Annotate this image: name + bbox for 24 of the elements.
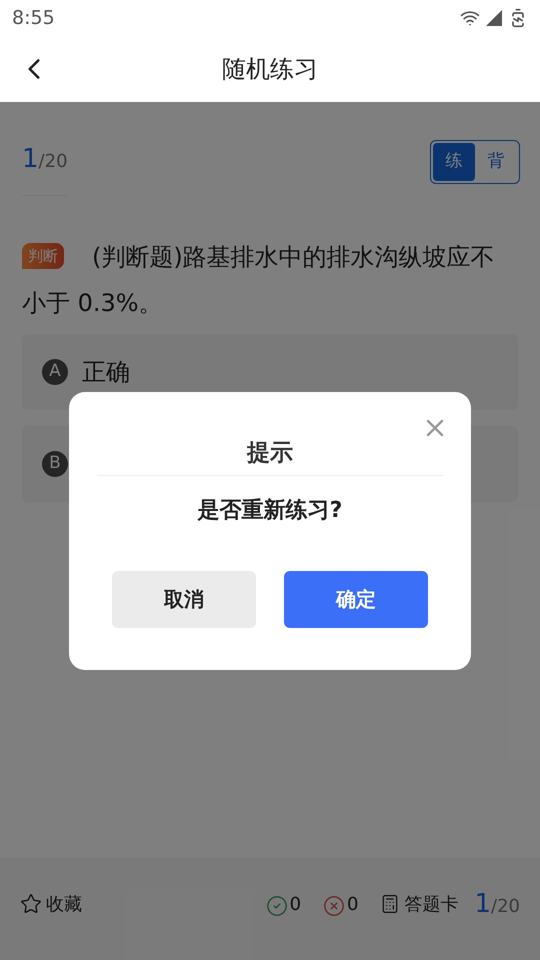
bottom-progress-total: /20	[491, 894, 520, 918]
option-text: 正确	[82, 357, 130, 388]
question-text: 判断 (判断题)路基排水中的排水沟纵坡应不小于 0.3%。	[22, 242, 496, 319]
favorite-label[interactable]: 收藏	[46, 890, 82, 918]
correct-icon	[266, 894, 288, 916]
question-type-tag: 判断	[22, 243, 64, 269]
answer-card-label[interactable]: 答题卡	[404, 890, 458, 918]
progress-total: /20	[38, 150, 68, 174]
bottom-progress-current: 1	[474, 888, 492, 920]
option-letter: A	[42, 359, 68, 385]
star-icon	[20, 893, 42, 915]
signal-icon	[484, 8, 504, 28]
wrong-icon	[323, 894, 346, 916]
confirm-button[interactable]: 确定	[284, 570, 428, 628]
correct-count: 0	[290, 892, 302, 916]
wrong-count: 0	[347, 892, 358, 916]
status-time: 8:55	[12, 6, 55, 31]
option-letter: B	[42, 451, 68, 477]
progress-current: 1	[22, 143, 39, 176]
cancel-button[interactable]: 取消	[112, 570, 256, 628]
dialog-message: 是否重新练习?	[198, 496, 342, 524]
mode-tab[interactable]: 练	[433, 143, 475, 181]
page-title: 随机练习	[222, 54, 318, 85]
dialog-title: 提示	[247, 439, 293, 468]
